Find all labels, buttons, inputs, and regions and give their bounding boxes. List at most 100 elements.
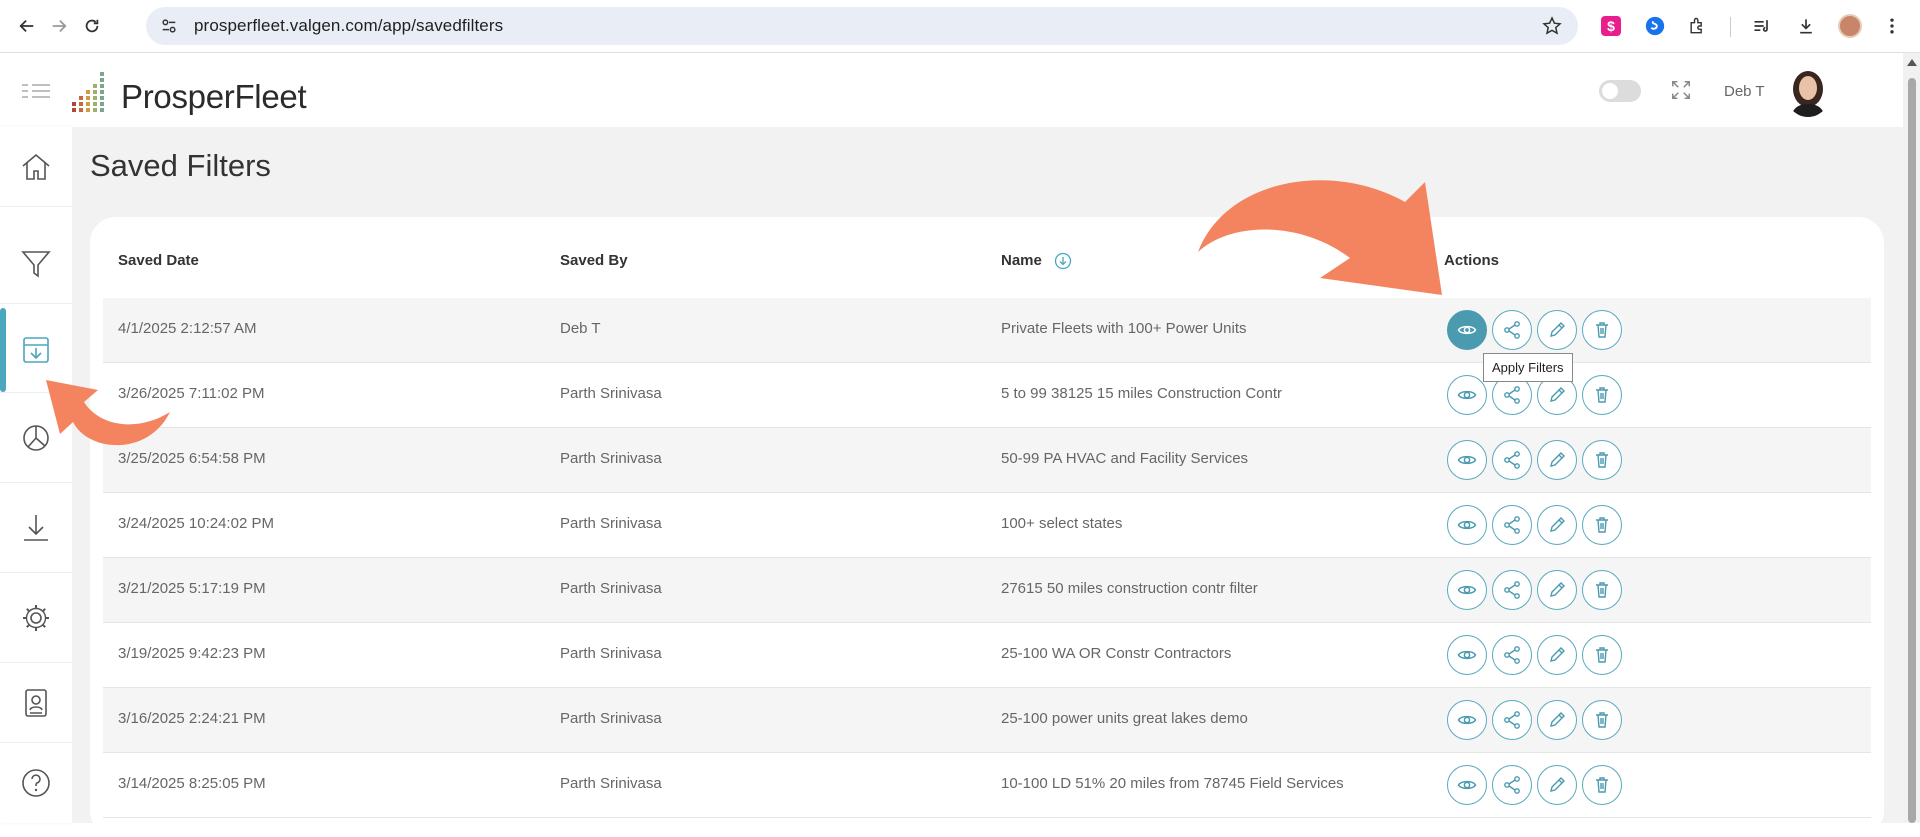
column-header-name-label: Name: [1001, 252, 1042, 269]
edit-filter-button[interactable]: [1537, 570, 1577, 610]
delete-filter-button[interactable]: [1582, 570, 1622, 610]
eye-icon: [1457, 320, 1477, 340]
row-actions: [1447, 505, 1622, 545]
delete-filter-button[interactable]: [1582, 505, 1622, 545]
apply-filters-button[interactable]: [1447, 375, 1487, 415]
share-filter-button[interactable]: [1492, 635, 1532, 675]
row-actions: [1447, 440, 1622, 480]
apply-filters-button[interactable]: [1447, 310, 1487, 350]
saved-by-cell: Parth Srinivasa: [560, 515, 662, 532]
extension-icon[interactable]: $: [1599, 14, 1623, 38]
sidebar: [0, 127, 72, 823]
share-filter-button[interactable]: [1492, 310, 1532, 350]
app-header: ProsperFleet Deb T: [0, 53, 1903, 127]
extension-icon[interactable]: [1643, 14, 1667, 38]
site-settings-icon[interactable]: [158, 15, 180, 37]
saved-by-cell: Parth Srinivasa: [560, 580, 662, 597]
sort-down-icon[interactable]: [1054, 252, 1072, 270]
puzzle-icon[interactable]: [1685, 14, 1709, 38]
trash-icon: [1592, 450, 1612, 470]
address-bar[interactable]: prosperfleet.valgen.com/app/savedfilters: [146, 7, 1578, 45]
row-actions: [1447, 570, 1622, 610]
saved-by-cell: Deb T: [560, 320, 601, 337]
delete-filter-button[interactable]: [1582, 440, 1622, 480]
profile-icon[interactable]: [1838, 14, 1862, 38]
delete-filter-button[interactable]: [1582, 700, 1622, 740]
sidebar-item-downloads[interactable]: [0, 483, 72, 573]
sidebar-item-saved-filters[interactable]: [0, 308, 72, 393]
pencil-icon: [1547, 580, 1567, 600]
trash-icon: [1592, 580, 1612, 600]
pencil-icon: [1547, 320, 1567, 340]
logo-text: ProsperFleet: [121, 78, 307, 115]
reload-icon[interactable]: [81, 15, 103, 37]
apply-filters-button[interactable]: [1447, 440, 1487, 480]
share-filter-button[interactable]: [1492, 765, 1532, 805]
edit-filter-button[interactable]: [1537, 635, 1577, 675]
column-header-saved-by[interactable]: Saved By: [560, 252, 628, 269]
share-filter-button[interactable]: [1492, 505, 1532, 545]
edit-filter-button[interactable]: [1537, 700, 1577, 740]
sidebar-item-home[interactable]: [0, 127, 72, 207]
filter-name-cell: 5 to 99 38125 15 miles Construction Cont…: [1001, 385, 1282, 402]
scroll-thumb[interactable]: [1908, 78, 1916, 823]
delete-filter-button[interactable]: [1582, 635, 1622, 675]
trash-icon: [1592, 645, 1612, 665]
edit-filter-button[interactable]: [1537, 310, 1577, 350]
saved-by-cell: Parth Srinivasa: [560, 775, 662, 792]
sidebar-item-help[interactable]: [0, 743, 72, 823]
eye-icon: [1457, 580, 1477, 600]
media-icon[interactable]: [1750, 14, 1774, 38]
sidebar-item-filters[interactable]: [0, 224, 72, 304]
pencil-icon: [1547, 710, 1567, 730]
edit-filter-button[interactable]: [1537, 440, 1577, 480]
share-icon: [1502, 645, 1522, 665]
row-actions: [1447, 700, 1622, 740]
url-text[interactable]: prosperfleet.valgen.com/app/savedfilters: [194, 16, 503, 36]
column-header-saved-date[interactable]: Saved Date: [118, 252, 199, 269]
edit-filter-button[interactable]: [1537, 765, 1577, 805]
sidebar-item-settings[interactable]: [0, 573, 72, 663]
apply-filters-button[interactable]: [1447, 635, 1487, 675]
trash-icon: [1592, 775, 1612, 795]
delete-filter-button[interactable]: [1582, 765, 1622, 805]
column-header-name[interactable]: Name: [1001, 252, 1072, 270]
forward-icon[interactable]: [48, 15, 70, 37]
scroll-up-arrow-icon[interactable]: [1907, 59, 1917, 66]
download-icon: [24, 514, 48, 541]
logo-icon: [72, 70, 116, 114]
bookmark-star-icon[interactable]: [1542, 16, 1562, 36]
avatar[interactable]: [1785, 67, 1831, 117]
theme-toggle[interactable]: [1599, 80, 1641, 102]
trash-icon: [1592, 515, 1612, 535]
apply-filters-button[interactable]: [1447, 570, 1487, 610]
sidebar-item-analytics[interactable]: [0, 393, 72, 483]
filter-name-cell: Private Fleets with 100+ Power Units: [1001, 320, 1247, 337]
pencil-icon: [1547, 515, 1567, 535]
apply-filters-button[interactable]: [1447, 765, 1487, 805]
menu-icon[interactable]: [1880, 14, 1904, 38]
apply-filters-button[interactable]: [1447, 700, 1487, 740]
row-actions: [1447, 765, 1622, 805]
pencil-icon: [1547, 645, 1567, 665]
filter-name-cell: 50-99 PA HVAC and Facility Services: [1001, 450, 1249, 467]
share-icon: [1502, 385, 1522, 405]
download-icon[interactable]: [1794, 14, 1818, 38]
apply-filters-button[interactable]: [1447, 505, 1487, 545]
share-filter-button[interactable]: [1492, 570, 1532, 610]
delete-filter-button[interactable]: [1582, 375, 1622, 415]
saved-date-cell: 3/16/2025 2:24:21 PM: [118, 710, 266, 727]
sidebar-item-contacts[interactable]: [0, 663, 72, 743]
back-icon[interactable]: [16, 15, 38, 37]
help-icon: [22, 769, 50, 797]
delete-filter-button[interactable]: [1582, 310, 1622, 350]
eye-icon: [1457, 515, 1477, 535]
user-name[interactable]: Deb T: [1724, 83, 1765, 100]
fullscreen-icon[interactable]: [1670, 79, 1694, 103]
menu-toggle-icon[interactable]: [22, 83, 50, 99]
saved-date-cell: 3/24/2025 10:24:02 PM: [118, 515, 274, 532]
edit-filter-button[interactable]: [1537, 505, 1577, 545]
share-filter-button[interactable]: [1492, 440, 1532, 480]
page-scrollbar[interactable]: [1903, 53, 1920, 823]
share-filter-button[interactable]: [1492, 700, 1532, 740]
